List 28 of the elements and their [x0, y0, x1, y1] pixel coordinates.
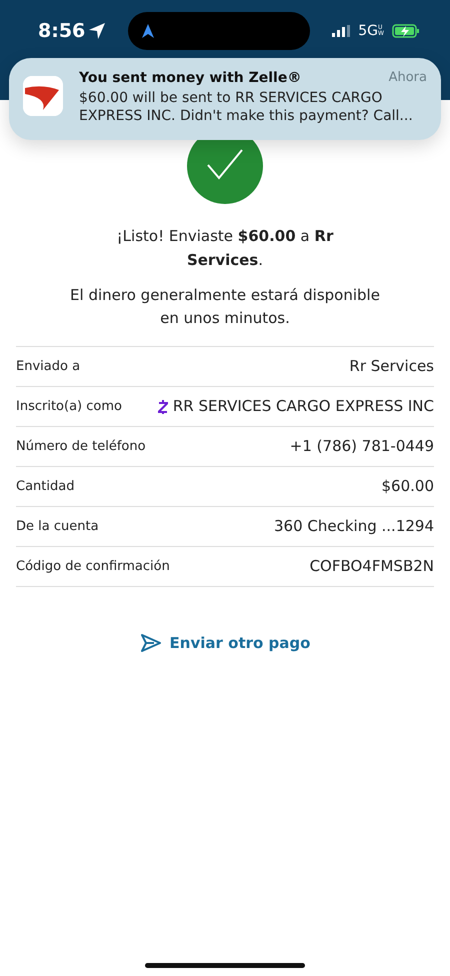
detail-value: RR SERVICES CARGO EXPRESS INC: [172, 396, 434, 418]
send-icon: [140, 633, 162, 654]
time: 8:56: [38, 18, 86, 44]
detail-label: De la cuenta: [16, 518, 99, 536]
signal-icon: [332, 25, 350, 37]
detail-label: Cantidad: [16, 478, 74, 496]
send-another-payment-button[interactable]: Enviar otro pago: [134, 631, 316, 656]
detail-value: Rr Services: [349, 356, 434, 378]
network-label: 5G: [358, 22, 378, 40]
notification-body: $60.00 will be sent to RR SERVICES CARGO EXPRESS INC. Didn't make this payment? Call...: [79, 89, 414, 125]
detail-label: Enviado a: [16, 358, 80, 376]
notification-time: Ahora: [388, 69, 427, 87]
notification-title: You sent money with Zelle®: [79, 69, 302, 88]
zelle-icon: [156, 400, 169, 414]
detail-label: Número de teléfono: [16, 438, 146, 456]
success-message: ¡Listo! Enviaste $60.00 a Rr Services.: [116, 226, 334, 271]
detail-value: COFBO4FMSB2N: [310, 556, 434, 578]
app-icon: [23, 76, 63, 116]
detail-value: +1 (786) 781-0449: [290, 436, 434, 458]
navigation-icon: [142, 24, 154, 38]
detail-label: Código de confirmación: [16, 558, 170, 576]
detail-label: Inscrito(a) como: [16, 398, 122, 416]
notification-banner[interactable]: You sent money with Zelle® Ahora $60.00 will be sent to RR SERVICES CARGO EXPRESS INC. Didn't make this payment? Call...: [9, 58, 441, 140]
availability-note: El dinero generalmente estará disponible en unos minutos.: [69, 285, 381, 329]
battery-charging-icon: [392, 24, 420, 38]
location-icon: [89, 23, 106, 39]
detail-value: 360 Checking ...1294: [274, 516, 434, 538]
detail-value: $60.00: [382, 476, 434, 498]
